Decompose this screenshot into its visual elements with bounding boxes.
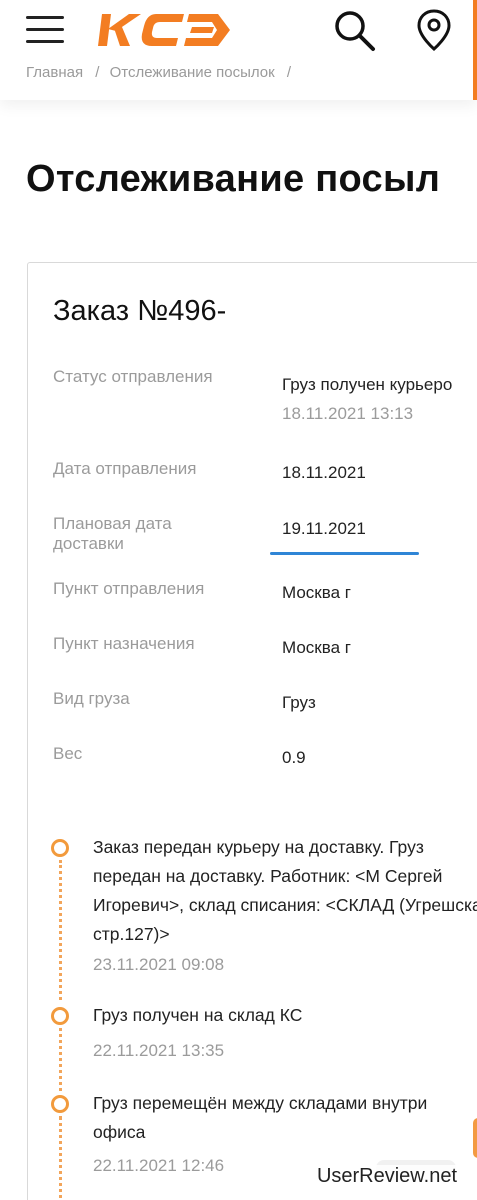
- destination-value: Москва г: [282, 638, 351, 657]
- planned-delivery-label: Плановая дата доставки: [53, 514, 172, 553]
- kce-logo[interactable]: [96, 12, 232, 48]
- origin-label: Пункт отправления: [53, 579, 205, 598]
- timeline-event-date: 22.11.2021 12:46: [93, 1156, 225, 1175]
- timeline-event-text: Груз получен на склад КС: [93, 1005, 303, 1025]
- weight-label: Вес: [53, 744, 83, 763]
- hamburger-menu-icon[interactable]: [26, 14, 66, 44]
- breadcrumb-separator: /: [95, 64, 100, 81]
- send-date-value: 18.11.2021: [282, 463, 366, 482]
- destination-label: Пункт назначения: [53, 634, 195, 653]
- weight-value: 0.9: [282, 748, 306, 767]
- timeline-event-text: Заказ передан курьеру на доставку. Груз …: [93, 837, 477, 944]
- breadcrumb-home-link[interactable]: Главная: [26, 64, 83, 81]
- status-label: Статус отправления: [53, 367, 213, 386]
- chat-widget-edge[interactable]: [473, 1118, 477, 1158]
- planned-delivery-value: 19.11.2021: [282, 519, 366, 538]
- cargo-type-value: Груз: [282, 693, 316, 712]
- highlight-underline: [270, 552, 419, 555]
- location-pin-icon[interactable]: [414, 8, 454, 52]
- watermark-text: UserReview.net: [316, 1165, 457, 1188]
- origin-value: Москва г: [282, 583, 351, 602]
- status-value: Груз получен курьеро: [282, 375, 453, 394]
- timeline-connector: [59, 1116, 62, 1200]
- timeline-event-text: Груз перемещён между складами внутри офи…: [93, 1093, 428, 1142]
- breadcrumb-tracking-link[interactable]: Отслеживание посылок: [110, 64, 275, 81]
- timeline-connector: [59, 860, 62, 1000]
- cargo-type-label: Вид груза: [53, 689, 130, 708]
- timeline-dot-icon: [51, 839, 69, 857]
- page-title: Отслеживание посыл: [26, 158, 441, 200]
- status-timestamp: 18.11.2021 13:13: [282, 404, 414, 423]
- breadcrumb: Главная / Отслеживание посылок /: [26, 64, 297, 81]
- send-date-label: Дата отправления: [53, 459, 197, 478]
- timeline-event-date: 22.11.2021 13:35: [93, 1041, 225, 1060]
- site-header: Главная / Отслеживание посылок /: [0, 0, 477, 100]
- timeline-event-date: 23.11.2021 09:08: [93, 955, 225, 974]
- order-number-title: Заказ №496-: [53, 295, 227, 327]
- breadcrumb-separator: /: [286, 64, 292, 81]
- brand-edge-stripe: [473, 0, 477, 100]
- timeline-dot-icon: [51, 1095, 69, 1113]
- timeline-dot-icon: [51, 1007, 69, 1025]
- timeline-connector: [59, 1028, 62, 1091]
- search-icon[interactable]: [330, 8, 378, 52]
- order-card: Заказ №496- Статус отправления Груз полу…: [27, 262, 477, 1200]
